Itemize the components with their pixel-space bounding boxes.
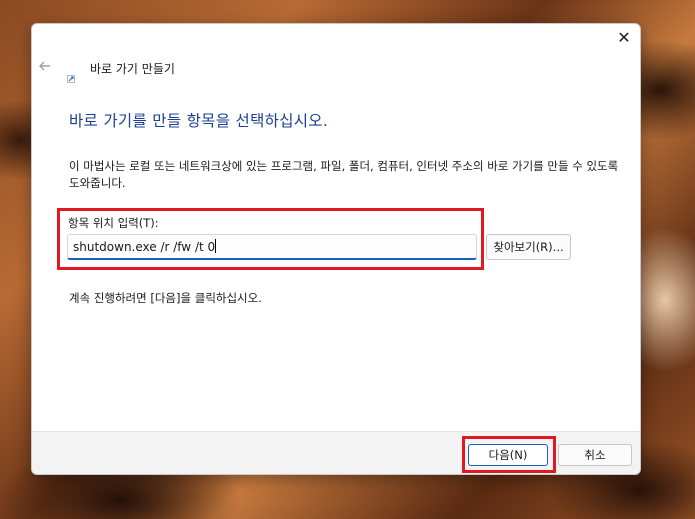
- continue-instruction: 계속 진행하려면 [다음]을 클릭하십시오.: [69, 291, 262, 305]
- cancel-button[interactable]: 취소: [558, 444, 632, 466]
- highlight-box-location: [57, 208, 484, 270]
- create-shortcut-dialog: ✕ 바로 가기 만들기 바로 가기를 만들 항목을 선택하십시오. 이 마법사는…: [31, 23, 641, 475]
- wizard-description: 이 마법사는 로컬 또는 네트워크상에 있는 프로그램, 파일, 폴더, 컴퓨터…: [69, 159, 619, 190]
- shortcut-icon: [67, 68, 75, 83]
- back-arrow-icon[interactable]: [37, 58, 53, 74]
- highlight-box-next: [462, 436, 556, 473]
- window-title: 바로 가기 만들기: [90, 62, 175, 76]
- browse-button[interactable]: 찾아보기(R)...: [486, 234, 571, 260]
- close-icon[interactable]: ✕: [614, 28, 634, 48]
- page-heading: 바로 가기를 만들 항목을 선택하십시오.: [69, 112, 329, 130]
